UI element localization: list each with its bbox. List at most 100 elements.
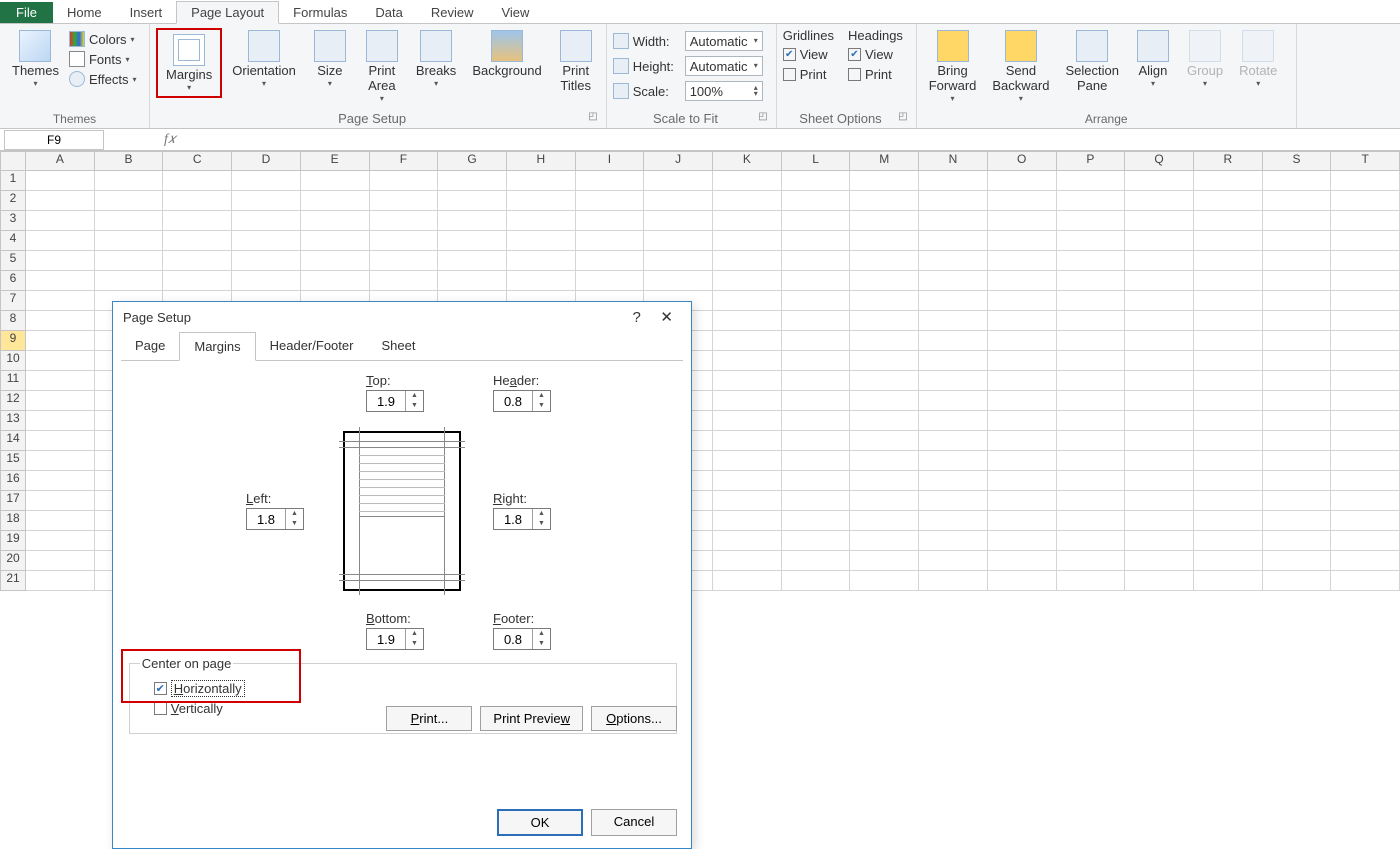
- cell[interactable]: [919, 271, 988, 291]
- cell[interactable]: [713, 271, 782, 291]
- cell[interactable]: [782, 411, 851, 431]
- cell[interactable]: [919, 391, 988, 411]
- cell[interactable]: [1263, 571, 1332, 591]
- cell[interactable]: [919, 211, 988, 231]
- cell[interactable]: [163, 231, 232, 251]
- ok-button[interactable]: OK: [497, 809, 583, 836]
- cell[interactable]: [782, 551, 851, 571]
- cell[interactable]: [26, 211, 95, 231]
- cell[interactable]: [1125, 511, 1194, 531]
- cell[interactable]: [438, 231, 507, 251]
- spinner-arrows-icon[interactable]: ▲▼: [405, 629, 423, 649]
- cell[interactable]: [1263, 291, 1332, 311]
- row-header[interactable]: 1: [0, 171, 26, 191]
- cell[interactable]: [850, 511, 919, 531]
- page-setup-dialog-launcher[interactable]: ◰: [588, 111, 597, 122]
- cell[interactable]: [782, 431, 851, 451]
- cell[interactable]: [232, 191, 301, 211]
- cell[interactable]: [988, 571, 1057, 591]
- cell[interactable]: [1057, 271, 1126, 291]
- cell[interactable]: [1057, 291, 1126, 311]
- name-box[interactable]: F9: [4, 130, 104, 150]
- cell[interactable]: [1263, 431, 1332, 451]
- column-header[interactable]: A: [26, 151, 95, 171]
- cell[interactable]: [713, 171, 782, 191]
- cell[interactable]: [95, 211, 164, 231]
- print-titles-button[interactable]: Print Titles: [552, 28, 600, 96]
- cell[interactable]: [919, 491, 988, 511]
- cell[interactable]: [95, 251, 164, 271]
- cell[interactable]: [1331, 391, 1400, 411]
- print-area-button[interactable]: Print Area▾: [358, 28, 406, 105]
- cell[interactable]: [1263, 231, 1332, 251]
- cell[interactable]: [1125, 491, 1194, 511]
- width-selector[interactable]: Automatic▾: [685, 31, 763, 51]
- cell[interactable]: [1057, 491, 1126, 511]
- sheet-options-dialog-launcher[interactable]: ◰: [898, 111, 907, 122]
- cell[interactable]: [850, 211, 919, 231]
- cell[interactable]: [1057, 571, 1126, 591]
- cell[interactable]: [232, 271, 301, 291]
- cell[interactable]: [919, 311, 988, 331]
- cell[interactable]: [26, 171, 95, 191]
- cell[interactable]: [301, 231, 370, 251]
- row-header[interactable]: 20: [0, 551, 26, 571]
- top-margin-spinner[interactable]: ▲▼: [366, 390, 424, 412]
- column-header[interactable]: N: [919, 151, 988, 171]
- cell[interactable]: [919, 251, 988, 271]
- cell[interactable]: [95, 271, 164, 291]
- cell[interactable]: [1331, 191, 1400, 211]
- cell[interactable]: [1125, 251, 1194, 271]
- dialog-tab-margins[interactable]: Margins: [179, 332, 255, 361]
- cell[interactable]: [1125, 331, 1194, 351]
- cell[interactable]: [576, 211, 645, 231]
- bring-forward-button[interactable]: Bring Forward▾: [923, 28, 983, 105]
- cell[interactable]: [988, 271, 1057, 291]
- column-header[interactable]: B: [95, 151, 164, 171]
- cell[interactable]: [919, 371, 988, 391]
- cell[interactable]: [988, 351, 1057, 371]
- cell[interactable]: [163, 171, 232, 191]
- cell[interactable]: [1194, 531, 1263, 551]
- cell[interactable]: [1331, 211, 1400, 231]
- cell[interactable]: [850, 451, 919, 471]
- colors-button[interactable]: Colors▾: [69, 30, 137, 48]
- cell[interactable]: [301, 171, 370, 191]
- gridlines-print-checkbox[interactable]: Print: [783, 66, 834, 83]
- cell[interactable]: [1331, 511, 1400, 531]
- cell[interactable]: [26, 471, 95, 491]
- cell[interactable]: [26, 291, 95, 311]
- cell[interactable]: [1125, 371, 1194, 391]
- scale-dialog-launcher[interactable]: ◰: [758, 111, 767, 122]
- cell[interactable]: [1194, 431, 1263, 451]
- cell[interactable]: [644, 231, 713, 251]
- cell[interactable]: [1263, 211, 1332, 231]
- cell[interactable]: [370, 191, 439, 211]
- cell[interactable]: [850, 391, 919, 411]
- cell[interactable]: [919, 411, 988, 431]
- column-header[interactable]: K: [713, 151, 782, 171]
- worksheet-grid[interactable]: ABCDEFGHIJKLMNOPQRST 1234567891011121314…: [0, 151, 1400, 591]
- orientation-button[interactable]: Orientation▾: [226, 28, 302, 90]
- column-header[interactable]: E: [301, 151, 370, 171]
- cell[interactable]: [1263, 451, 1332, 471]
- spinner-arrows-icon[interactable]: ▲▼: [405, 391, 423, 411]
- effects-button[interactable]: Effects▾: [69, 70, 137, 88]
- cell[interactable]: [713, 551, 782, 571]
- cell[interactable]: [1263, 191, 1332, 211]
- cell[interactable]: [850, 431, 919, 451]
- cell[interactable]: [713, 491, 782, 511]
- cell[interactable]: [26, 251, 95, 271]
- ribbon-tab-page-layout[interactable]: Page Layout: [176, 1, 279, 24]
- cell[interactable]: [988, 511, 1057, 531]
- cell[interactable]: [782, 351, 851, 371]
- cell[interactable]: [26, 311, 95, 331]
- cell[interactable]: [1263, 251, 1332, 271]
- cell[interactable]: [919, 531, 988, 551]
- cell[interactable]: [438, 191, 507, 211]
- cell[interactable]: [782, 191, 851, 211]
- cell[interactable]: [782, 311, 851, 331]
- cell[interactable]: [1057, 231, 1126, 251]
- cell[interactable]: [1194, 211, 1263, 231]
- column-header[interactable]: G: [438, 151, 507, 171]
